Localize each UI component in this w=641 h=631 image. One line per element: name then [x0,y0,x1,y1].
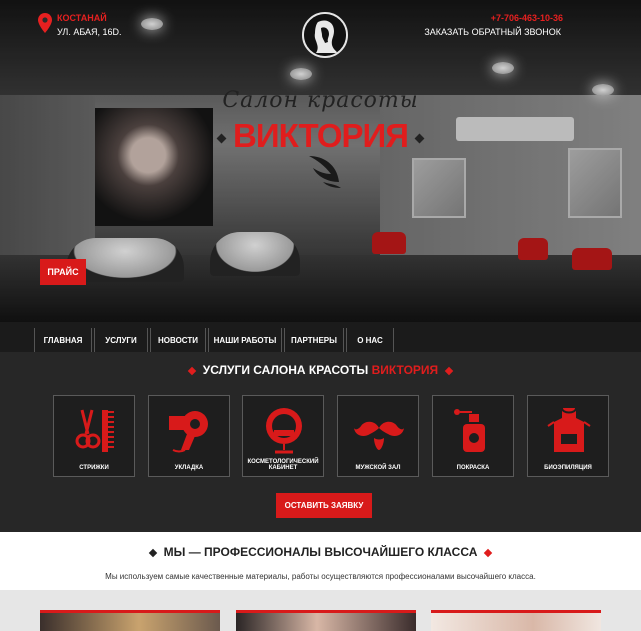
service-label: КОСМЕТОЛОГИЧЕСКИЙ КАБИНЕТ [247,459,319,471]
about-title: МЫ — ПРОФЕССИОНАЛЫ ВЫСОЧАЙШЕГО КЛАССА [0,545,641,559]
hero-subtitle: Салон красоты [222,88,419,113]
service-label: МУЖСКОЙ ЗАЛ [355,465,401,471]
mustache-icon [354,421,404,450]
nav-item-news[interactable]: НОВОСТИ [150,328,206,352]
service-bioepilation[interactable]: БИОЭПИЛЯЦИЯ [527,395,609,477]
hero-brand-text: ВИКТОРИЯ [233,117,409,154]
header-phone[interactable]: +7-706-463-10-36 [491,13,563,23]
gallery-card[interactable] [40,610,220,631]
about-text: Мы используем самые качественные материа… [105,572,536,581]
service-label: СТРИЖКИ [79,465,109,471]
hero-banner: КОСТАНАЙ УЛ. АБАЯ, 16D. +7-706-463-10-36… [0,0,641,322]
hero-brand-title: ВИКТОРИЯ [0,117,641,155]
service-label: ПОКРАСКА [456,465,490,471]
gallery-card[interactable] [431,610,601,631]
service-mens-hall[interactable]: МУЖСКОЙ ЗАЛ [337,395,419,477]
diamond-icon [148,548,157,558]
service-coloring[interactable]: ПОКРАСКА [432,395,514,477]
nav-item-home[interactable]: ГЛАВНАЯ [34,328,92,352]
callback-link[interactable]: ЗАКАЗАТЬ ОБРАТНЫЙ ЗВОНОК [424,27,561,37]
price-button[interactable]: ПРАЙС [40,259,86,285]
service-cosmetology[interactable]: КОСМЕТОЛОГИЧЕСКИЙ КАБИНЕТ [242,395,324,477]
services-title: УСЛУГИ САЛОНА КРАСОТЫ ВИКТОРИЯ [0,363,641,377]
about-title-text: МЫ — ПРОФЕССИОНАЛЫ ВЫСОЧАЙШЕГО КЛАССА [163,545,478,559]
service-styling[interactable]: УКЛАДКА [148,395,230,477]
woman-profile-icon [304,14,346,56]
services-title-text: УСЛУГИ САЛОНА КРАСОТЫ [202,363,369,377]
nav-item-about[interactable]: О НАС [346,328,394,352]
diamond-icon [187,366,197,376]
scissors-comb-icon [75,409,114,452]
hair-dryer-icon [169,411,208,453]
main-nav: ГЛАВНАЯ УСЛУГИ НОВОСТИ НАШИ РАБОТЫ ПАРТН… [0,322,641,352]
diamond-icon [216,133,227,144]
nav-item-services[interactable]: УСЛУГИ [94,328,148,352]
gallery-card[interactable] [236,610,416,631]
nav-item-our-works[interactable]: НАШИ РАБОТЫ [208,328,282,352]
location-pin-icon [38,13,52,33]
header-address: УЛ. АБАЯ, 16D. [57,27,122,37]
service-label: БИОЭПИЛЯЦИЯ [544,465,592,471]
about-section: МЫ — ПРОФЕССИОНАЛЫ ВЫСОЧАЙШЕГО КЛАССА Мы… [0,532,641,590]
page: КОСТАНАЙ УЛ. АБАЯ, 16D. +7-706-463-10-36… [0,0,641,631]
diamond-icon [414,133,425,144]
nav-item-partners[interactable]: ПАРТНЕРЫ [284,328,344,352]
diamond-icon [444,366,454,376]
leaf-icon [309,156,341,188]
services-title-brand: ВИКТОРИЯ [371,363,439,377]
site-logo[interactable] [302,12,348,58]
order-button[interactable]: ОСТАВИТЬ ЗАЯВКУ [276,493,372,518]
diamond-icon [484,548,493,558]
header-city: КОСТАНАЙ [57,13,107,23]
apron-icon [547,407,591,452]
service-haircuts[interactable]: СТРИЖКИ [53,395,135,477]
gallery-section [0,590,641,631]
spray-bottle-icon [454,409,485,452]
service-label: УКЛАДКА [174,465,204,471]
services-section: УСЛУГИ САЛОНА КРАСОТЫ ВИКТОРИЯ СТРИЖКИ У… [0,352,641,532]
ball-chair-icon [266,408,302,454]
